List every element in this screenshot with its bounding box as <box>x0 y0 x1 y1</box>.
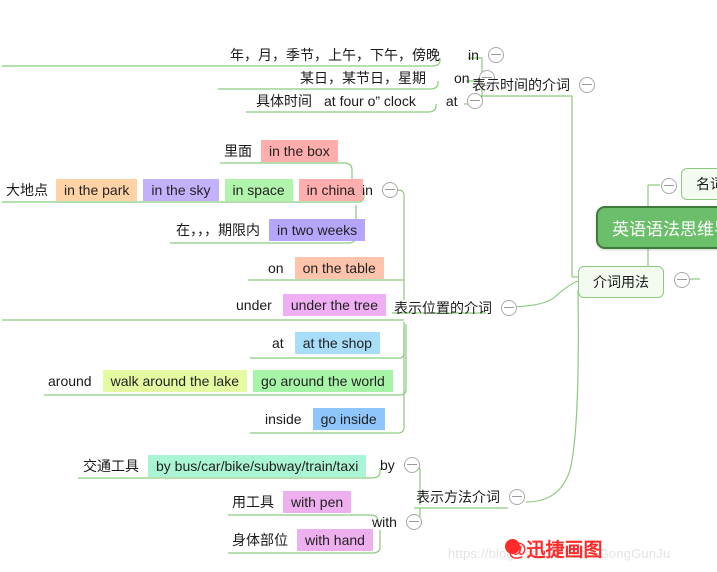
place-row-under: under under the tree <box>232 294 386 316</box>
collapse-toggle-in-time[interactable] <box>487 47 504 63</box>
example-in-the-sky: in the sky <box>143 179 219 201</box>
method-row-transport: 交通工具 by bus/car/bike/subway/train/taxi <box>81 455 367 477</box>
branch-noun[interactable]: 名词 <box>681 168 717 200</box>
branch-place-label: 表示位置的介词 <box>394 300 492 316</box>
example-on-the-table: on the table <box>294 257 384 279</box>
example-go-around-the-world: go around the world <box>253 370 393 392</box>
central-topic[interactable]: 英语语法思维导图 <box>596 206 717 249</box>
place-row-inside-box-label: 里面 <box>224 143 252 159</box>
example-in-space: in space <box>224 179 293 201</box>
branch-method[interactable]: 表示方法介词 <box>414 486 525 508</box>
branch-time[interactable]: 表示时间的介词 <box>470 74 595 96</box>
place-row-big-location-label: 大地点 <box>6 182 48 198</box>
time-row-on: 某日，某节日，星期 on <box>298 67 495 89</box>
collapse-toggle-noun[interactable] <box>661 178 677 194</box>
preposition-at-place: at <box>272 335 284 351</box>
example-with-pen: with pen <box>283 491 352 513</box>
place-row-around: around walk around the lake go around th… <box>44 370 393 392</box>
collapse-toggle-branch-method[interactable] <box>509 489 525 505</box>
place-row-inside-box: 里面 in the box <box>222 140 338 162</box>
example-with-hand: with hand <box>297 529 373 551</box>
example-in-the-box: in the box <box>261 140 338 162</box>
preposition-under: under <box>236 297 272 313</box>
preposition-in-place: in <box>362 182 373 198</box>
watermark-brand: @迅捷画图 <box>508 540 603 561</box>
example-in-the-park: in the park <box>56 179 138 201</box>
example-at-the-shop: at the shop <box>294 332 380 354</box>
method-row-tool: 用工具 with pen <box>230 491 352 513</box>
time-row-at-label: 具体时间 <box>256 93 312 109</box>
time-row-in-label: 年，月，季节，上午，下午，傍晚 <box>230 47 440 63</box>
preposition-in-place-group[interactable]: in <box>358 181 398 199</box>
place-row-inside: inside go inside <box>261 408 385 430</box>
collapse-toggle-in-place[interactable] <box>381 182 398 198</box>
collapse-toggle-branch-place[interactable] <box>501 300 517 316</box>
time-row-in: 年，月，季节，上午，下午，傍晚 in <box>228 44 504 66</box>
example-go-inside: go inside <box>312 408 385 430</box>
preposition-in-time: in <box>468 47 479 63</box>
preposition-with-group[interactable]: with <box>368 513 422 531</box>
time-row-on-label: 某日，某节日，星期 <box>300 70 426 86</box>
method-row-bodypart: 身体部位 with hand <box>230 529 373 551</box>
example-by-transport: by bus/car/bike/subway/train/taxi <box>148 455 367 477</box>
preposition-by: by <box>380 457 395 473</box>
collapse-toggle-branch-time[interactable] <box>579 77 595 93</box>
time-row-at-example: at four o” clock <box>324 93 416 109</box>
time-row-at: 具体时间 at four o” clock at <box>254 90 483 112</box>
place-row-within-period-label: 在，，，期限内 <box>176 222 260 238</box>
branch-place[interactable]: 表示位置的介词 <box>392 297 517 319</box>
method-row-tool-label: 用工具 <box>232 494 274 510</box>
preposition-inside: inside <box>265 411 302 427</box>
place-row-at: at at the shop <box>268 332 380 354</box>
place-row-on: on on the table <box>264 257 384 279</box>
branch-preposition-usage[interactable]: 介词用法 <box>578 266 664 298</box>
preposition-at-time: at <box>445 93 458 109</box>
place-row-big-location: 大地点 in the park in the sky in space in c… <box>4 179 363 201</box>
collapse-toggle-by[interactable] <box>403 457 420 473</box>
branch-method-label: 表示方法介词 <box>416 489 500 505</box>
example-in-china: in china <box>298 179 363 201</box>
branch-time-label: 表示时间的介词 <box>472 77 570 93</box>
collapse-toggle-preposition-usage[interactable] <box>674 272 690 288</box>
preposition-on-place: on <box>268 260 284 276</box>
preposition-around: around <box>48 373 92 389</box>
preposition-with: with <box>372 514 397 530</box>
place-row-within-period: 在，，，期限内 in two weeks <box>174 219 366 241</box>
method-row-bodypart-label: 身体部位 <box>232 532 288 548</box>
example-under-the-tree: under the tree <box>282 294 386 316</box>
collapse-toggle-with[interactable] <box>405 514 422 530</box>
preposition-by-group[interactable]: by <box>376 456 420 474</box>
method-row-transport-label: 交通工具 <box>83 458 139 474</box>
example-in-two-weeks: in two weeks <box>269 219 366 241</box>
mindmap-canvas: 年，月，季节，上午，下午，傍晚 in 某日，某节日，星期 on 具体时间 at … <box>0 0 717 572</box>
example-walk-around-the-lake: walk around the lake <box>102 370 248 392</box>
